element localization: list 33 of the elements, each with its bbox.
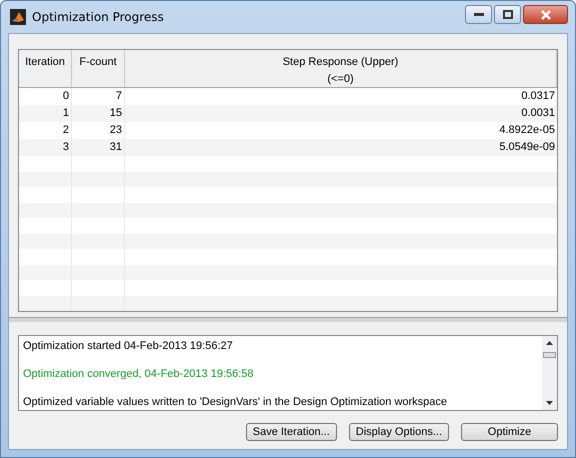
table-cell: 0	[62, 90, 69, 102]
table-cell: 3	[62, 141, 69, 153]
log-message: Optimized variable values written to 'DesignVars' in the Design Optimization workspace	[23, 395, 448, 409]
scroll-up-icon[interactable]	[545, 340, 554, 346]
table-cell: 1	[62, 107, 69, 119]
scrollbar[interactable]	[542, 336, 557, 410]
maximize-icon	[502, 10, 512, 19]
log-message: Optimization converged, 04-Feb-2013 19:56:58	[23, 367, 255, 381]
action-button[interactable]: Display Options...	[348, 423, 449, 441]
table-cell: 5.0549e-09	[499, 141, 555, 153]
column-header: Step Response (Upper) (<=0)	[125, 50, 557, 87]
table-cell: 23	[110, 124, 122, 136]
table-cell: 31	[110, 141, 122, 153]
action-button[interactable]: Save Iteration...	[246, 423, 337, 441]
scroll-down-icon[interactable]	[545, 400, 554, 406]
minimize-icon	[474, 12, 484, 16]
table-cell: 7	[116, 90, 122, 102]
table-cell: 0.0317	[521, 90, 555, 102]
column-header: Iteration	[19, 50, 72, 87]
close-button[interactable]	[523, 5, 568, 24]
table-cell: 15	[110, 107, 122, 119]
maximize-button[interactable]	[494, 5, 521, 24]
scroll-thumb[interactable]	[543, 352, 556, 358]
table-cell: 4.8922e-05	[499, 124, 555, 136]
close-icon	[540, 10, 552, 20]
action-button[interactable]: Optimize	[461, 423, 558, 441]
surface-plot-icon	[10, 9, 26, 25]
log-message: Optimization started 04-Feb-2013 19:56:27	[23, 339, 234, 353]
window-title: Optimization Progress	[32, 10, 164, 24]
table-cell: 0.0031	[521, 107, 555, 119]
column-header: F-count	[72, 50, 125, 87]
minimize-button[interactable]	[465, 5, 492, 24]
table-cell: 2	[62, 124, 69, 136]
